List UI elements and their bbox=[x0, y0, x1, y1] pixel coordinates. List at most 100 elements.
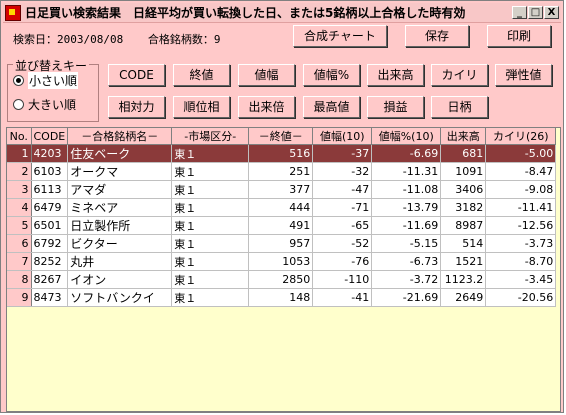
sort-descending-option[interactable]: 大きい順 bbox=[13, 96, 76, 113]
range-cell: -71 bbox=[312, 198, 373, 217]
close-cell: 957 bbox=[248, 234, 314, 253]
code-cell: 6501 bbox=[31, 216, 69, 235]
market-cell: 東１ bbox=[171, 216, 250, 235]
range-pct-cell: -5.15 bbox=[371, 234, 442, 253]
row-number-cell: 1 bbox=[7, 144, 32, 163]
row-number-cell: 7 bbox=[7, 252, 32, 271]
sort-volume-ratio-button[interactable]: 出来倍 bbox=[238, 96, 295, 118]
range-cell: -65 bbox=[312, 216, 373, 235]
table-row[interactable]: 3 6113 アマダ 東１ 377 -47 -11.08 3406 -9.08 bbox=[7, 180, 557, 199]
table-row[interactable]: 4 6479 ミネベア 東１ 444 -71 -13.79 3182 -11.41 bbox=[7, 198, 557, 217]
sort-ascending-option[interactable]: 小さい順 bbox=[13, 72, 79, 89]
stock-name-cell: 日立製作所 bbox=[67, 216, 173, 235]
deviation-cell: -20.56 bbox=[485, 288, 557, 307]
table-row[interactable]: 5 6501 日立製作所 東１ 491 -65 -11.69 8987 -12.56 bbox=[7, 216, 557, 235]
range-cell: -110 bbox=[312, 270, 373, 289]
sort-profit-loss-button[interactable]: 損益 bbox=[367, 96, 424, 118]
sort-rank-phase-button[interactable]: 順位相 bbox=[173, 96, 230, 118]
col-deviation-header[interactable]: カイリ(26) bbox=[485, 128, 557, 145]
radio-descending[interactable] bbox=[13, 99, 24, 110]
sort-range-pct-button[interactable]: 値幅% bbox=[303, 64, 360, 86]
code-cell: 8473 bbox=[31, 288, 69, 307]
range-cell: -41 bbox=[312, 288, 373, 307]
col-range-pct-header[interactable]: 値幅%(10) bbox=[371, 128, 442, 145]
sort-elasticity-button[interactable]: 弾性値 bbox=[495, 64, 552, 86]
code-cell: 6103 bbox=[31, 162, 69, 181]
market-cell: 東１ bbox=[171, 180, 250, 199]
save-button[interactable]: 保存 bbox=[405, 25, 469, 47]
radio-ascending[interactable] bbox=[13, 75, 24, 86]
close-button[interactable]: X bbox=[544, 6, 559, 19]
range-cell: -32 bbox=[312, 162, 373, 181]
volume-cell: 681 bbox=[440, 144, 487, 163]
sort-deviation-button[interactable]: カイリ bbox=[431, 64, 488, 86]
range-pct-cell: -11.31 bbox=[371, 162, 442, 181]
stock-name-cell: 丸井 bbox=[67, 252, 173, 271]
col-market-header[interactable]: -市場区分- bbox=[171, 128, 250, 145]
market-cell: 東１ bbox=[171, 270, 250, 289]
deviation-cell: -3.45 bbox=[485, 270, 557, 289]
sort-descending-label: 大きい順 bbox=[28, 98, 77, 112]
sort-key-group: 並び替えキー 小さい順 大きい順 bbox=[7, 57, 99, 122]
range-cell: -76 bbox=[312, 252, 373, 271]
code-cell: 4203 bbox=[31, 144, 69, 163]
app-icon bbox=[5, 4, 21, 21]
market-cell: 東１ bbox=[171, 288, 250, 307]
row-number-cell: 5 bbox=[7, 216, 32, 235]
range-cell: -47 bbox=[312, 180, 373, 199]
results-table: No. CODE －合格銘柄名－ -市場区分- －終値－ 値幅(10) 値幅%(… bbox=[7, 128, 557, 307]
table-row[interactable]: 7 8252 丸井 東１ 1053 -76 -6.73 1521 -8.70 bbox=[7, 252, 557, 271]
composite-chart-button[interactable]: 合成チャート bbox=[293, 25, 387, 47]
maximize-button[interactable]: □ bbox=[528, 6, 543, 19]
market-cell: 東１ bbox=[171, 252, 250, 271]
table-row[interactable]: 6 6792 ビクター 東１ 957 -52 -5.15 514 -3.73 bbox=[7, 234, 557, 253]
col-range-header[interactable]: 値幅(10) bbox=[312, 128, 373, 145]
range-cell: -52 bbox=[312, 234, 373, 253]
row-number-cell: 4 bbox=[7, 198, 32, 217]
close-cell: 516 bbox=[248, 144, 314, 163]
col-close-header[interactable]: －終値－ bbox=[248, 128, 314, 145]
col-volume-header[interactable]: 出来高 bbox=[440, 128, 487, 145]
code-cell: 8267 bbox=[31, 270, 69, 289]
range-pct-cell: -3.72 bbox=[371, 270, 442, 289]
title-bar[interactable]: 日足買い検索結果 日経平均が買い転換した日、または5銘柄以上合格した時有効 _ … bbox=[3, 3, 561, 23]
deviation-cell: -5.00 bbox=[485, 144, 557, 163]
table-row[interactable]: 8 8267 イオン 東１ 2850 -110 -3.72 1123.2 -3.45 bbox=[7, 270, 557, 289]
sort-close-button[interactable]: 終値 bbox=[173, 64, 230, 86]
range-pct-cell: -6.69 bbox=[371, 144, 442, 163]
volume-cell: 2649 bbox=[440, 288, 487, 307]
market-cell: 東１ bbox=[171, 234, 250, 253]
volume-cell: 1521 bbox=[440, 252, 487, 271]
sort-code-button[interactable]: CODE bbox=[108, 64, 165, 86]
results-grid[interactable]: No. CODE －合格銘柄名－ -市場区分- －終値－ 値幅(10) 値幅%(… bbox=[6, 127, 561, 412]
col-code-header[interactable]: CODE bbox=[31, 128, 69, 145]
sort-volume-button[interactable]: 出来高 bbox=[367, 64, 424, 86]
table-row[interactable]: 9 8473 ソフトバンクイ 東１ 148 -41 -21.69 2649 -20.56 bbox=[7, 288, 557, 307]
match-count: 合格銘柄数：9 bbox=[147, 33, 221, 46]
range-pct-cell: -6.73 bbox=[371, 252, 442, 271]
sort-range-button[interactable]: 値幅 bbox=[238, 64, 295, 86]
sort-date-pattern-button[interactable]: 日柄 bbox=[431, 96, 488, 118]
sort-relative-strength-button[interactable]: 相対力 bbox=[108, 96, 165, 118]
row-number-cell: 9 bbox=[7, 288, 32, 307]
stock-name-cell: ビクター bbox=[67, 234, 173, 253]
range-pct-cell: -11.08 bbox=[371, 180, 442, 199]
code-cell: 8252 bbox=[31, 252, 69, 271]
stock-name-cell: 住友ベーク bbox=[67, 144, 173, 163]
volume-cell: 8987 bbox=[440, 216, 487, 235]
table-row[interactable]: 2 6103 オークマ 東１ 251 -32 -11.31 1091 -8.47 bbox=[7, 162, 557, 181]
table-row[interactable]: 1 4203 住友ベーク 東１ 516 -37 -6.69 681 -5.00 bbox=[7, 144, 557, 163]
minimize-button[interactable]: _ bbox=[512, 6, 527, 19]
col-name-header[interactable]: －合格銘柄名－ bbox=[67, 128, 173, 145]
header-row: No. CODE －合格銘柄名－ -市場区分- －終値－ 値幅(10) 値幅%(… bbox=[7, 128, 557, 145]
row-number-cell: 2 bbox=[7, 162, 32, 181]
stock-name-cell: オークマ bbox=[67, 162, 173, 181]
deviation-cell: -9.08 bbox=[485, 180, 557, 199]
search-info: 検索日：2003/08/08 合格銘柄数：9 bbox=[13, 31, 238, 47]
close-cell: 444 bbox=[248, 198, 314, 217]
market-cell: 東１ bbox=[171, 162, 250, 181]
col-no-header[interactable]: No. bbox=[7, 128, 32, 145]
print-button[interactable]: 印刷 bbox=[487, 25, 551, 47]
sort-high-button[interactable]: 最高値 bbox=[303, 96, 360, 118]
deviation-cell: -12.56 bbox=[485, 216, 557, 235]
